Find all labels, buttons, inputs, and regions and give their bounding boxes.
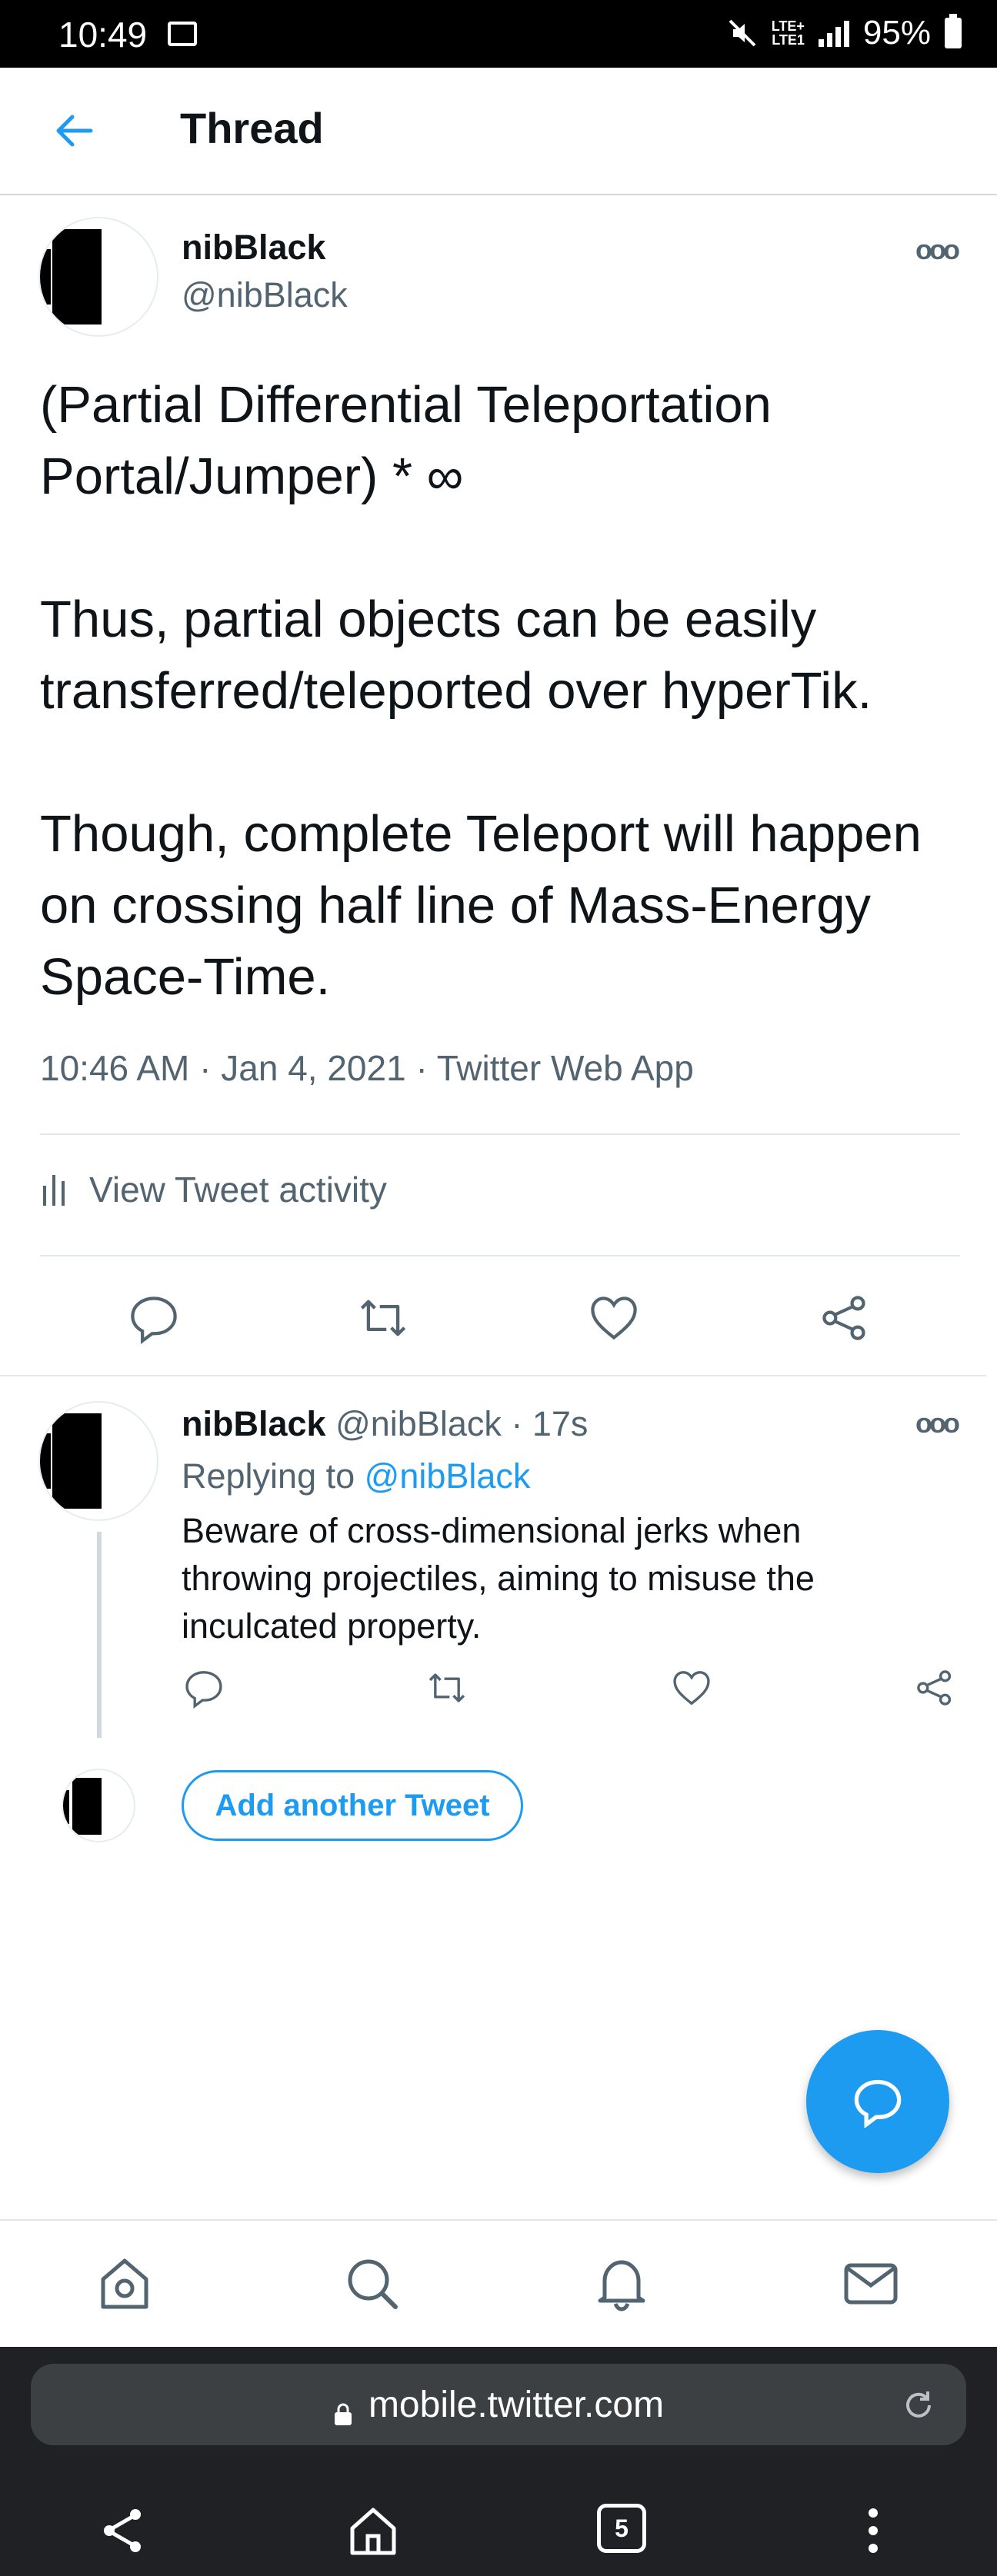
battery-level: 95%	[862, 14, 931, 52]
more-icon[interactable]: ooo	[915, 1407, 960, 1439]
mute-icon	[729, 19, 756, 47]
browser-home-icon[interactable]	[346, 2504, 400, 2558]
reply-author-name[interactable]: nibBlack	[182, 1404, 326, 1443]
tweet-text: (Partial Differential Teleportation Port…	[40, 376, 922, 1006]
replying-to-link[interactable]: @nibBlack	[365, 1456, 531, 1496]
bell-icon[interactable]	[591, 2253, 652, 2315]
share-icon[interactable]	[914, 1667, 955, 1709]
home-icon[interactable]	[94, 2253, 155, 2315]
more-options-icon[interactable]	[846, 2504, 900, 2558]
reply-text: Beware of cross-dimensional jerks when t…	[182, 1511, 815, 1646]
reply-icon[interactable]	[128, 1292, 180, 1344]
search-icon[interactable]	[342, 2253, 403, 2315]
thread-line	[97, 1532, 102, 1738]
url-text: mobile.twitter.com	[368, 2384, 665, 2425]
signal-icon	[818, 19, 849, 47]
more-icon[interactable]: ooo	[915, 234, 960, 266]
compose-reply-button[interactable]	[806, 2030, 949, 2173]
network-indicator: LTE+ LTE1	[771, 18, 805, 48]
battery-icon	[945, 14, 962, 48]
reply-author-handle[interactable]: @nibBlack	[335, 1404, 502, 1443]
tweet-meta: 10:46 AM · Jan 4, 2021 · Twitter Web App	[40, 1048, 694, 1088]
browser-bar: mobile.twitter.com 5	[0, 2347, 997, 2576]
view-activity-label: View Tweet activity	[89, 1170, 387, 1210]
arrow-left-icon[interactable]	[51, 108, 97, 154]
retweet-icon[interactable]	[426, 1667, 468, 1709]
author-name[interactable]: nibBlack	[182, 228, 326, 268]
add-another-tweet-button[interactable]: Add another Tweet	[182, 1770, 523, 1841]
status-bar: 10:49 LTE+ LTE1 95%	[0, 0, 997, 68]
page-title: Thread	[180, 104, 324, 152]
refresh-icon[interactable]	[902, 2388, 935, 2422]
divider	[0, 1375, 986, 1376]
view-activity-link[interactable]: View Tweet activity	[40, 1169, 387, 1210]
divider	[40, 1255, 960, 1256]
status-right: LTE+ LTE1 95%	[727, 14, 962, 52]
share-icon[interactable]	[819, 1292, 871, 1344]
tab-count: 5	[615, 2514, 629, 2542]
heart-icon[interactable]	[588, 1292, 640, 1344]
divider	[40, 1133, 960, 1135]
avatar[interactable]	[38, 217, 158, 337]
lock-icon	[333, 2393, 353, 2425]
compose-avatar	[62, 1769, 135, 1842]
avatar[interactable]	[38, 1401, 158, 1521]
reply-icon	[854, 2079, 902, 2128]
bottom-navigation	[0, 2219, 997, 2348]
reply-icon[interactable]	[183, 1667, 225, 1709]
heart-icon[interactable]	[671, 1667, 712, 1709]
reply-header: nibBlack @nibBlack · 17s	[182, 1404, 589, 1443]
status-time: 10:49	[58, 15, 148, 55]
tweet-date[interactable]: Jan 4, 2021	[221, 1048, 405, 1088]
author-handle[interactable]: @nibBlack	[182, 275, 348, 315]
share-icon[interactable]	[97, 2504, 151, 2558]
mail-icon[interactable]	[840, 2253, 902, 2315]
analytics-icon	[43, 1175, 65, 1206]
reply-age[interactable]: 17s	[532, 1404, 589, 1443]
retweet-icon[interactable]	[357, 1292, 409, 1344]
tabs-button[interactable]: 5	[597, 2504, 646, 2553]
url-bar[interactable]: mobile.twitter.com	[31, 2364, 966, 2445]
tweet-time[interactable]: 10:46 AM	[40, 1048, 189, 1088]
thread-header: Thread	[0, 68, 997, 195]
image-notification-icon	[168, 22, 197, 46]
tweet-source[interactable]: Twitter Web App	[437, 1048, 694, 1088]
replying-to: Replying to @nibBlack	[182, 1456, 531, 1496]
